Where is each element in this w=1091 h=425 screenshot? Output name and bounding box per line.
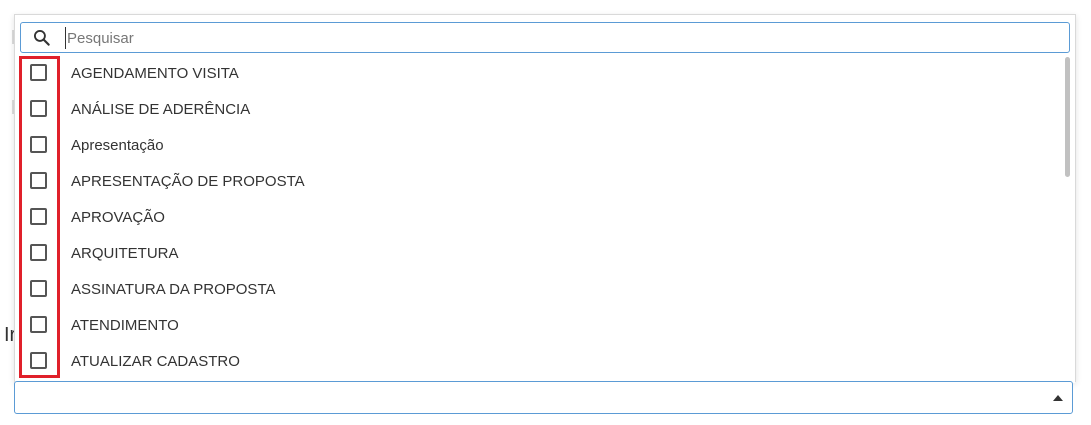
list-item[interactable]: APRESENTAÇÃO DE PROPOSTA — [15, 163, 1061, 199]
scrollbar[interactable] — [1061, 55, 1075, 383]
scrollbar-thumb[interactable] — [1065, 57, 1070, 177]
list-item[interactable]: ANÁLISE DE ADERÊNCIA — [15, 91, 1061, 127]
item-label: ATUALIZAR CADASTRO — [71, 353, 240, 370]
caret-up-icon[interactable] — [1053, 395, 1063, 401]
item-label: APRESENTAÇÃO DE PROPOSTA — [71, 173, 305, 190]
item-label: APROVAÇÃO — [71, 209, 165, 226]
item-label: ANÁLISE DE ADERÊNCIA — [71, 101, 251, 118]
search-input[interactable] — [65, 27, 1045, 49]
item-label: AGENDAMENTO VISITA — [71, 65, 239, 82]
item-label: Apresentação — [71, 137, 164, 154]
item-label: ASSINATURA DA PROPOSTA — [71, 281, 276, 298]
list-item[interactable]: ATUALIZAR CADASTRO — [15, 343, 1061, 379]
list-item[interactable]: Apresentação — [15, 127, 1061, 163]
search-box — [20, 22, 1070, 53]
list-item[interactable]: ATENDIMENTO — [15, 307, 1061, 343]
select-field[interactable] — [14, 381, 1073, 414]
list-item[interactable]: AGENDAMENTO VISITA — [15, 55, 1061, 91]
multiselect-dropdown-panel: AGENDAMENTO VISITA ANÁLISE DE ADERÊNCIA … — [14, 14, 1076, 383]
list-item[interactable]: ARQUITETURA — [15, 235, 1061, 271]
list-item[interactable]: APROVAÇÃO — [15, 199, 1061, 235]
item-label: ARQUITETURA — [71, 245, 179, 262]
list-item[interactable]: ASSINATURA DA PROPOSTA — [15, 271, 1061, 307]
search-icon — [34, 29, 50, 46]
checkbox-column-highlight — [19, 56, 60, 378]
options-list: AGENDAMENTO VISITA ANÁLISE DE ADERÊNCIA … — [15, 55, 1061, 383]
item-label: ATENDIMENTO — [71, 317, 179, 334]
